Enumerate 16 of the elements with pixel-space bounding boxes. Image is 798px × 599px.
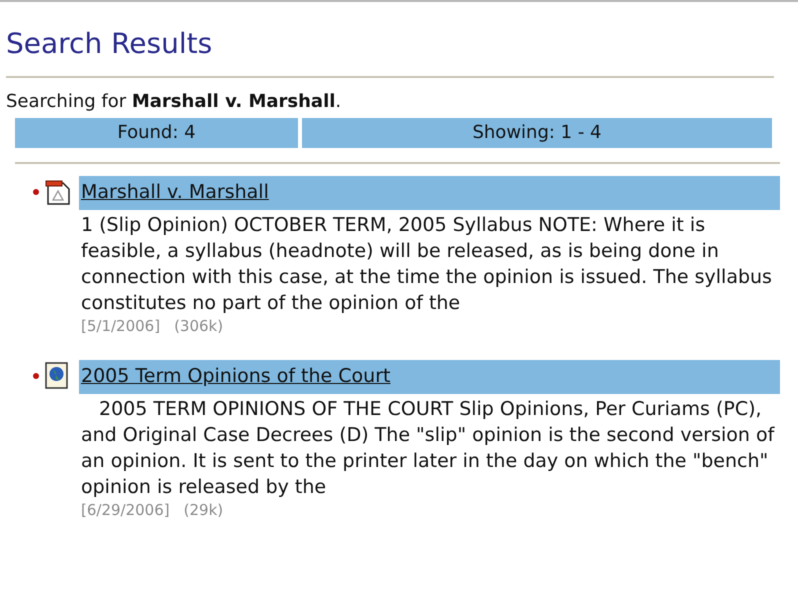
result-size: (29k) (184, 500, 224, 520)
globe-document-icon (45, 362, 69, 390)
result-snippet: 2005 TERM OPINIONS OF THE COURT Slip Opinions, Per Curiams (PC), and Original Case Decrees (D) The "slip" opinion is the second version of an opinion. It is sent to the printer later in the day on which the "bench" opinion is released by the (80, 397, 776, 500)
bullet-icon (33, 373, 39, 379)
showing-range: Showing: 1 - 4 (302, 118, 772, 148)
result-title-link[interactable]: Marshall v. Marshall (79, 176, 780, 210)
result-snippet: 1 (Slip Opinion) OCTOBER TERM, 2005 Syllabus NOTE: Where it is feasible, a syllabus (headnote) will be released, as is being done in connection with this case, at the time the opinion is issued. The syllabus constitutes no part of the opinion of the (80, 213, 773, 316)
search-query-text: Searching for Marshall v. Marshall. (6, 90, 342, 114)
result-size: (306k) (174, 316, 224, 336)
pdf-file-icon (45, 178, 73, 206)
result-title-link[interactable]: 2005 Term Opinions of the Court (79, 360, 780, 394)
result-date: [5/1/2006] (81, 316, 160, 336)
bullet-icon (33, 189, 39, 195)
page-title: Search Results (6, 26, 214, 62)
found-count: Found: 4 (15, 118, 298, 148)
result-date: [6/29/2006] (81, 500, 170, 520)
